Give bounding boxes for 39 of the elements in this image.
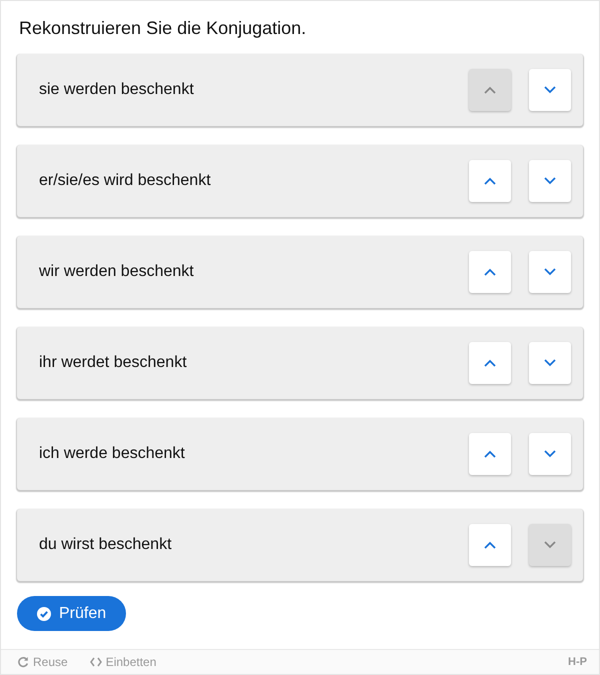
item-text: sie werden beschenkt: [39, 81, 195, 99]
item-text: er/sie/es wird beschenkt: [39, 172, 212, 190]
chevron-down-icon: [544, 86, 556, 94]
check-circle-icon: [37, 606, 51, 620]
item-text: wir werden beschenkt: [39, 263, 195, 281]
move-up-button[interactable]: [469, 342, 511, 384]
chevron-up-icon: [484, 541, 496, 549]
sortable-item[interactable]: wir werden beschenkt: [17, 236, 583, 308]
sortable-item[interactable]: sie werden beschenkt: [17, 54, 583, 126]
refresh-icon: [17, 656, 29, 668]
move-down-button[interactable]: [529, 160, 571, 202]
task-title: Rekonstruieren Sie die Konjugation.: [19, 17, 308, 39]
chevron-down-icon: [544, 541, 556, 549]
code-icon: [90, 657, 102, 667]
item-text: du wirst beschenkt: [39, 536, 173, 554]
item-text: ihr werdet beschenkt: [39, 354, 188, 372]
sortable-item[interactable]: du wirst beschenkt: [17, 509, 583, 581]
move-up-button[interactable]: [469, 433, 511, 475]
move-down-button[interactable]: [529, 433, 571, 475]
chevron-down-icon: [544, 450, 556, 458]
sortable-item[interactable]: ich werde beschenkt: [17, 418, 583, 490]
move-up-button[interactable]: [469, 160, 511, 202]
move-up-button[interactable]: [469, 251, 511, 293]
move-up-button[interactable]: [469, 524, 511, 566]
sortable-item[interactable]: er/sie/es wird beschenkt: [17, 145, 583, 217]
chevron-down-icon: [544, 359, 556, 367]
chevron-up-icon: [484, 177, 496, 185]
chevron-up-icon: [484, 86, 496, 94]
check-button[interactable]: Prüfen: [17, 596, 126, 631]
chevron-up-icon: [484, 359, 496, 367]
move-down-button[interactable]: [529, 69, 571, 111]
sortable-item[interactable]: ihr werdet beschenkt: [17, 327, 583, 399]
chevron-up-icon: [484, 268, 496, 276]
chevron-down-icon: [544, 177, 556, 185]
chevron-up-icon: [484, 450, 496, 458]
item-text: ich werde beschenkt: [39, 445, 186, 463]
move-down-button[interactable]: [529, 251, 571, 293]
chevron-down-icon: [544, 268, 556, 276]
move-down-button[interactable]: [529, 342, 571, 384]
